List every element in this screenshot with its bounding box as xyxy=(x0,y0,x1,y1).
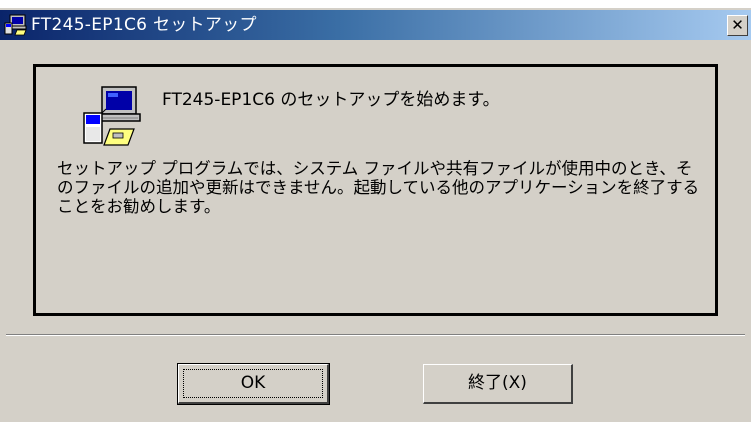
focus-rect xyxy=(183,369,323,398)
setup-computer-icon xyxy=(4,14,27,36)
separator-highlight xyxy=(6,335,745,336)
ok-button[interactable]: OK xyxy=(177,363,330,405)
close-icon: ✕ xyxy=(731,16,744,34)
setup-dialog: FT245-EP1C6 セットアップ ✕ FT245-EP1C6 のセットアップ… xyxy=(0,8,751,422)
exit-button[interactable]: 終了(X) xyxy=(423,364,573,404)
window-title: FT245-EP1C6 セットアップ xyxy=(31,15,257,35)
setup-heading: FT245-EP1C6 のセットアップを始めます。 xyxy=(162,90,500,110)
close-button[interactable]: ✕ xyxy=(727,15,748,36)
setup-message: セットアップ プログラムでは、システム ファイルや共有ファイルが使用中のとき、そ… xyxy=(57,159,700,216)
title-bar[interactable]: FT245-EP1C6 セットアップ ✕ xyxy=(0,10,751,40)
setup-computer-icon xyxy=(83,86,141,146)
exit-button-label: 終了(X) xyxy=(468,373,527,393)
